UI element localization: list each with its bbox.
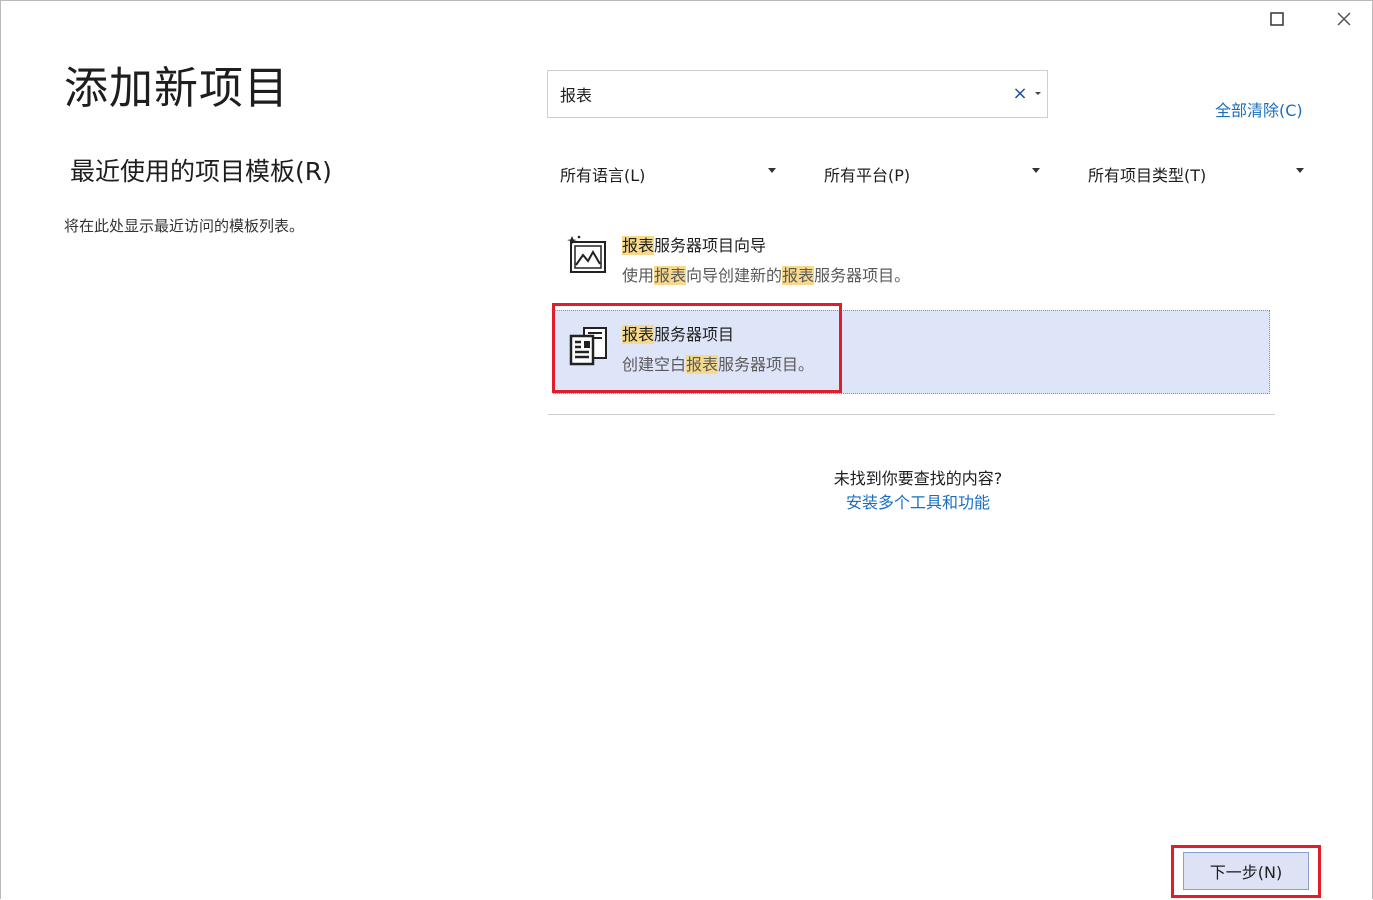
desc-text: 服务器项目。 bbox=[718, 355, 815, 374]
result-item-name-text: 服务器项目向导 bbox=[654, 236, 767, 255]
project-type-filter[interactable]: 所有项目类型(T) bbox=[1076, 150, 1312, 192]
result-item-report-server-project[interactable]: 报表服务器项目 创建空白报表服务器项目。 bbox=[553, 310, 1270, 394]
clear-icon[interactable]: × bbox=[1012, 85, 1028, 103]
report-wizard-icon bbox=[567, 235, 606, 273]
close-icon bbox=[1337, 12, 1351, 26]
not-found-question: 未找到你要查找的内容? bbox=[833, 469, 1003, 488]
result-item-report-wizard[interactable]: 报表服务器项目向导 使用报表向导创建新的报表服务器项目。 bbox=[553, 220, 1270, 304]
language-filter[interactable]: 所有语言(L) bbox=[548, 150, 784, 192]
chevron-down-icon[interactable] bbox=[1033, 89, 1043, 99]
language-filter-label: 所有语言(L) bbox=[560, 166, 646, 185]
next-button[interactable]: 下一步(N) bbox=[1183, 852, 1309, 890]
search-box[interactable]: × bbox=[547, 70, 1048, 118]
project-type-filter-label: 所有项目类型(T) bbox=[1088, 166, 1207, 185]
desc-text: 服务器项目。 bbox=[814, 266, 911, 285]
chevron-down-icon bbox=[1296, 168, 1304, 173]
dialog-window bbox=[0, 0, 1373, 899]
search-highlight: 报表 bbox=[686, 355, 719, 374]
search-highlight: 报表 bbox=[654, 266, 687, 285]
desc-text: 创建空白 bbox=[622, 355, 687, 374]
search-highlight: 报表 bbox=[622, 236, 655, 255]
search-highlight: 报表 bbox=[782, 266, 815, 285]
result-item-description: 创建空白报表服务器项目。 bbox=[622, 351, 814, 375]
result-item-description: 使用报表向导创建新的报表服务器项目。 bbox=[622, 262, 910, 286]
report-project-icon bbox=[569, 327, 607, 366]
result-item-name-text: 服务器项目 bbox=[654, 325, 735, 344]
not-found-panel: 未找到你要查找的内容? 安装多个工具和功能 bbox=[812, 451, 1024, 525]
desc-text: 使用 bbox=[622, 266, 655, 285]
platform-filter-label: 所有平台(P) bbox=[824, 166, 911, 185]
close-button[interactable] bbox=[1329, 6, 1359, 32]
chevron-down-icon bbox=[768, 168, 776, 173]
recent-templates-empty-text: 将在此处显示最近访问的模板列表。 bbox=[64, 217, 305, 235]
recent-templates-heading: 最近使用的项目模板(R) bbox=[70, 157, 332, 186]
clear-all-link[interactable]: 全部清除(C) bbox=[1215, 97, 1303, 121]
page-title: 添加新项目 bbox=[64, 63, 289, 114]
maximize-icon bbox=[1270, 12, 1284, 26]
platform-filter[interactable]: 所有平台(P) bbox=[812, 150, 1048, 192]
desc-text: 向导创建新的 bbox=[686, 266, 783, 285]
result-item-name: 报表服务器项目 bbox=[622, 321, 734, 345]
chevron-down-icon bbox=[1032, 168, 1040, 173]
search-input[interactable] bbox=[560, 81, 990, 107]
maximize-button[interactable] bbox=[1262, 6, 1292, 32]
results-divider bbox=[548, 414, 1275, 415]
install-tools-link[interactable]: 安装多个工具和功能 bbox=[812, 489, 1024, 513]
search-highlight: 报表 bbox=[622, 325, 655, 344]
result-item-name: 报表服务器项目向导 bbox=[622, 232, 766, 256]
